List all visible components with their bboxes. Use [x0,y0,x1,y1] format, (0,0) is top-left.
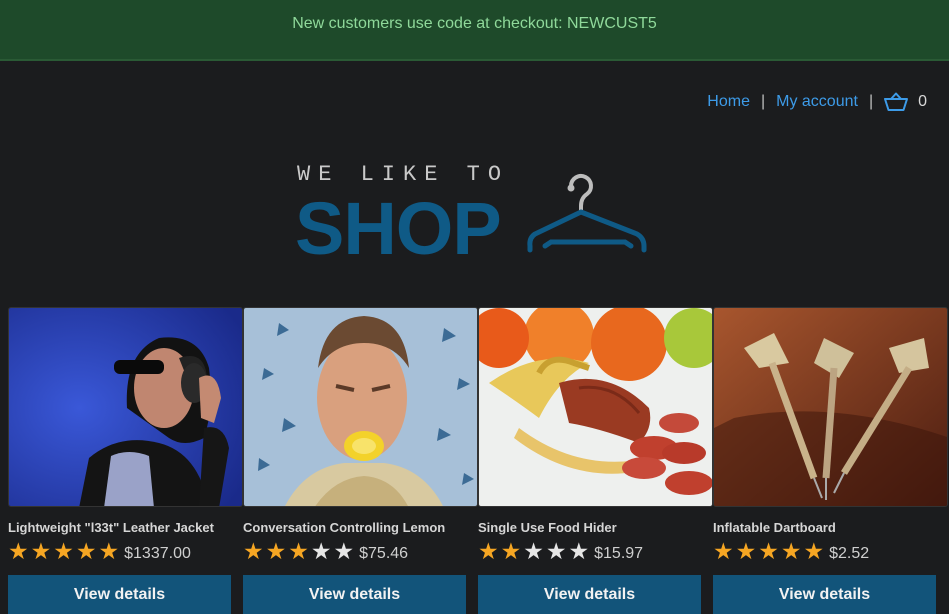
product-rating: ★ ★ ★ ★ ★ $1337.00 [8,540,191,563]
star-icon: ★ [288,538,309,564]
nav-home-link[interactable]: Home [707,93,750,111]
nav-separator: | [760,93,766,110]
cart-link[interactable]: 0 [884,92,927,112]
product-grid: Lightweight "l33t" Leather Jacket ★ ★ ★ ★ ★ … [8,307,949,614]
product-card: Lightweight "l33t" Leather Jacket ★ ★ ★ ★ ★ … [8,307,243,614]
product-price: $75.46 [359,544,409,562]
product-price: $1337.00 [124,544,191,562]
nav-separator: | [868,93,874,110]
basket-icon [884,92,909,111]
star-icon: ★ [8,538,29,564]
product-image[interactable] [713,307,948,507]
star-icon: ★ [75,538,97,564]
star-empty-icon: ★ [545,538,567,564]
darts-image [714,308,947,506]
star-icon: ★ [735,538,757,564]
star-icon: ★ [803,538,825,564]
product-price: $2.52 [829,544,870,562]
product-rating: ★ ★ ★ ★ ★ $2.52 [713,540,869,563]
star-icon: ★ [30,538,52,564]
logo-tagline: WE LIKE TO [297,162,510,187]
man-lemon-mouth-image [244,308,477,506]
product-rating: ★ ★ ★ ★ ★ $15.97 [478,540,643,563]
view-details-button[interactable]: View details [713,575,936,614]
product-name[interactable]: Conversation Controlling Lemon [243,520,445,535]
product-image[interactable] [8,307,243,507]
shop-logo[interactable]: WE LIKE TO SHOP [295,160,655,270]
banana-sausage-image [479,308,712,506]
star-icon: ★ [243,538,264,564]
product-name[interactable]: Single Use Food Hider [478,520,617,535]
person-headphones-image [9,308,242,506]
promo-banner-text: New customers use code at checkout: NEWC… [292,14,657,32]
star-icon: ★ [713,538,734,564]
product-name[interactable]: Lightweight "l33t" Leather Jacket [8,520,214,535]
product-image[interactable] [243,307,478,507]
product-name[interactable]: Inflatable Dartboard [713,520,836,535]
star-empty-icon: ★ [310,538,332,564]
nav-my-account-link[interactable]: My account [776,93,858,111]
star-icon: ★ [780,538,802,564]
hanger-icon [527,174,647,253]
star-icon: ★ [98,538,120,564]
product-card: Conversation Controlling Lemon ★ ★ ★ ★ ★ $75… [243,307,478,614]
view-details-button[interactable]: View details [8,575,231,614]
top-nav: Home | My account | 0 [707,92,927,112]
star-icon: ★ [758,538,779,564]
promo-banner: New customers use code at checkout: NEWC… [0,0,949,61]
star-empty-icon: ★ [333,538,355,564]
product-card: Inflatable Dartboard ★ ★ ★ ★ ★ $2.52 View de… [713,307,948,614]
star-icon: ★ [53,538,74,564]
star-icon: ★ [500,538,522,564]
star-empty-icon: ★ [568,538,590,564]
star-icon: ★ [265,538,287,564]
product-price: $15.97 [594,544,644,562]
product-rating: ★ ★ ★ ★ ★ $75.46 [243,540,408,563]
star-empty-icon: ★ [523,538,544,564]
cart-count: 0 [918,93,927,110]
product-card: Single Use Food Hider ★ ★ ★ ★ ★ $15.97 View … [478,307,713,614]
star-icon: ★ [478,538,499,564]
view-details-button[interactable]: View details [243,575,466,614]
view-details-button[interactable]: View details [478,575,701,614]
product-image[interactable] [478,307,713,507]
logo-wordmark: SHOP [295,187,502,270]
